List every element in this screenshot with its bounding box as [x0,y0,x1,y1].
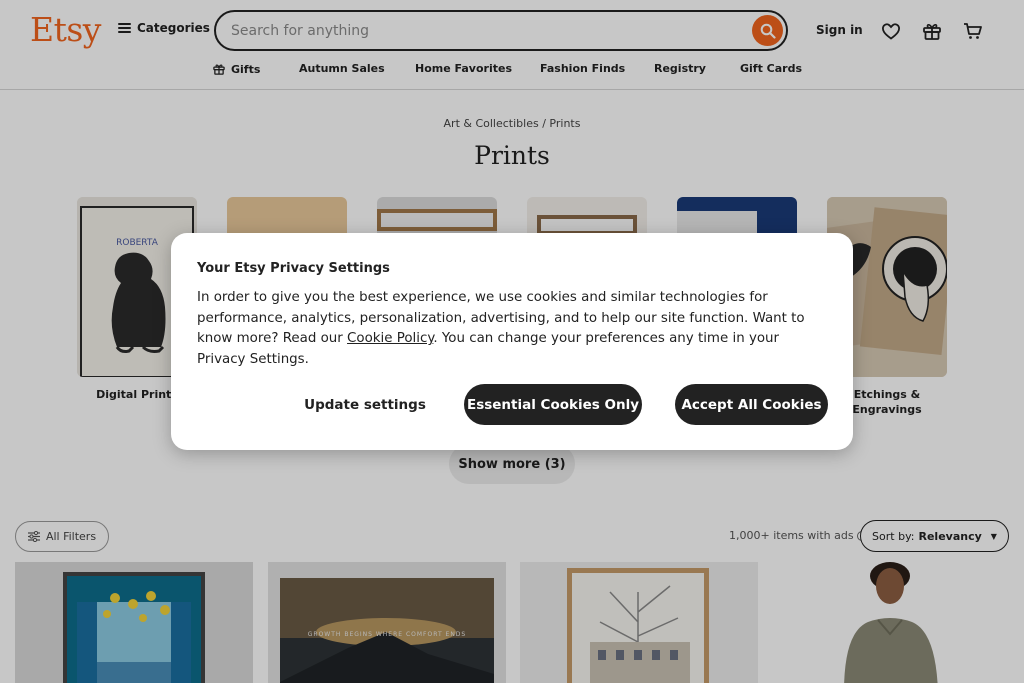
accept-all-cookies-button[interactable]: Accept All Cookies [675,384,828,425]
dialog-body: In order to give you the best experience… [197,288,829,370]
essential-cookies-button[interactable]: Essential Cookies Only [464,384,642,425]
cookie-policy-link[interactable]: Cookie Policy [347,331,433,346]
privacy-settings-dialog: Your Etsy Privacy Settings In order to g… [171,233,853,450]
update-settings-button[interactable]: Update settings [301,385,429,425]
dialog-title: Your Etsy Privacy Settings [197,261,390,276]
